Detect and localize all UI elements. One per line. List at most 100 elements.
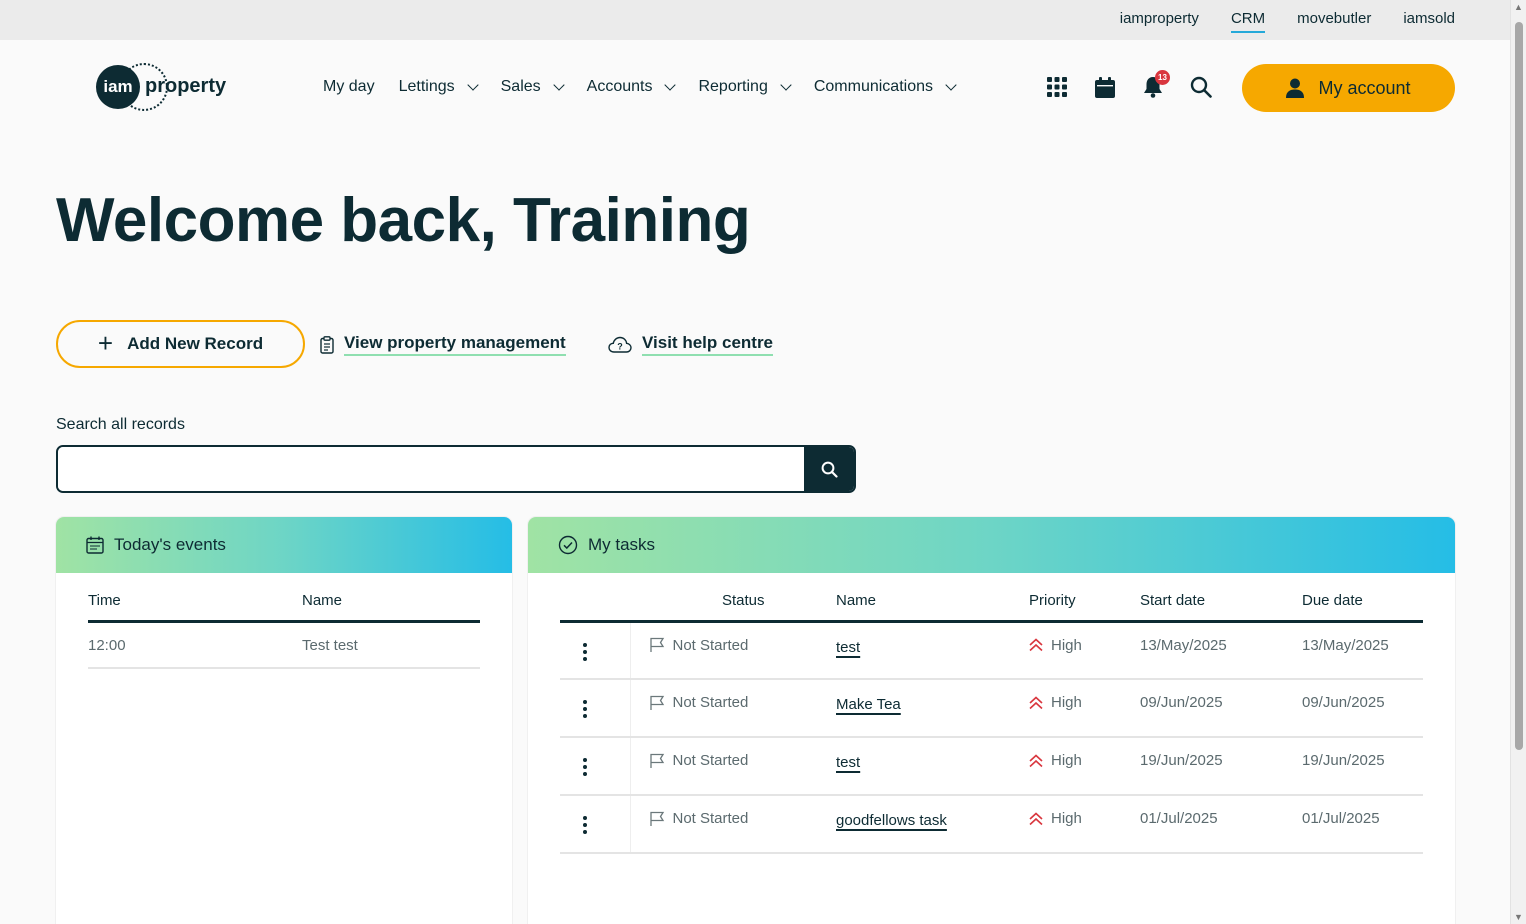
tasks-table-header-row: Status Name Priority Start date Due date [560, 573, 1423, 623]
nav-sales[interactable]: Sales [500, 78, 565, 96]
add-new-record-button[interactable]: + Add New Record [56, 320, 305, 368]
user-icon [1286, 78, 1305, 98]
task-name-link[interactable]: goodfellows task [836, 812, 947, 829]
scroll-down-arrow-icon[interactable]: ▼ [1514, 912, 1523, 922]
view-property-management-label: View property management [344, 333, 566, 356]
visit-help-centre-link[interactable]: ? Visit help centre [608, 333, 774, 356]
nav-lettings-label: Lettings [398, 78, 455, 95]
status-cell: Not Started [629, 795, 836, 854]
more-options-icon[interactable] [580, 642, 590, 661]
iamproperty-logo[interactable]: iam property [96, 63, 231, 113]
row-actions-cell [560, 737, 630, 796]
task-due-date: 01/Jul/2025 [1302, 795, 1423, 854]
scrollbar-thumb[interactable] [1515, 22, 1523, 750]
task-status: Not Started [672, 752, 749, 769]
more-options-icon[interactable] [580, 758, 590, 776]
search-label: Search all records [56, 416, 185, 433]
nav-reporting[interactable]: Reporting [698, 78, 792, 96]
chevron-down-icon [664, 78, 677, 91]
nav-lettings[interactable]: Lettings [398, 78, 479, 96]
name-cell: test [836, 737, 1029, 796]
product-switcher: iamproperty CRM movebutler iamsold [1120, 10, 1455, 33]
task-due-date: 13/May/2025 [1302, 621, 1423, 680]
table-row[interactable]: 12:00 Test test [88, 621, 480, 669]
task-name-link[interactable]: test [836, 754, 860, 771]
header-icon-group: 13 [1046, 70, 1212, 100]
events-table: Time Name 12:00 Test test [88, 573, 480, 669]
search-all-records [56, 445, 856, 493]
table-row[interactable]: Not Started test High 19/Jun/2025 19/Jun… [560, 737, 1423, 796]
priority-high-icon [1029, 811, 1043, 825]
chevron-down-icon [780, 78, 792, 91]
events-table-header-row: Time Name [88, 573, 480, 623]
table-row[interactable]: Not Started Make Tea High 09/Jun/2025 09… [560, 679, 1423, 738]
flag-icon [649, 753, 664, 768]
search-icon[interactable] [1190, 74, 1212, 100]
status-cell: Not Started [629, 679, 836, 738]
product-link-crm[interactable]: CRM [1230, 10, 1266, 33]
table-row[interactable]: Not Started test High 13/May/2025 13/May… [560, 621, 1423, 680]
todays-events-panel: Today's events Time Name 12:00 Test test [56, 517, 512, 924]
svg-text:?: ? [617, 341, 623, 351]
my-account-label: My account [1318, 77, 1411, 98]
product-link-iamproperty[interactable]: iamproperty [1120, 10, 1199, 33]
clipboard-icon [320, 335, 334, 354]
task-status: Not Started [672, 810, 749, 827]
page-scrollbar[interactable]: ▲ ▼ [1510, 0, 1526, 924]
priority-high-icon [1029, 753, 1043, 767]
priority-high-icon [1029, 695, 1043, 709]
row-actions-cell [560, 795, 630, 854]
search-icon [821, 461, 838, 478]
todays-events-header: Today's events [56, 517, 512, 573]
column-header-actions [560, 573, 630, 623]
search-input[interactable] [58, 447, 804, 491]
logo-mark: iam [96, 65, 140, 109]
bell-icon[interactable]: 13 [1142, 70, 1170, 100]
chevron-down-icon [945, 78, 957, 91]
visit-help-centre-label: Visit help centre [642, 333, 774, 356]
status-cell: Not Started [629, 737, 836, 796]
product-link-movebutler[interactable]: movebutler [1297, 10, 1371, 33]
chevron-down-icon [466, 78, 479, 91]
nav-sales-label: Sales [500, 78, 541, 95]
nav-communications[interactable]: Communications [814, 78, 957, 96]
event-time: 12:00 [88, 621, 302, 669]
task-status: Not Started [672, 694, 749, 711]
view-property-management-link[interactable]: View property management [320, 333, 566, 356]
grid-apps-icon[interactable] [1046, 74, 1068, 100]
column-header-name: Name [302, 573, 480, 623]
status-cell: Not Started [629, 621, 836, 680]
task-priority: High [1051, 636, 1082, 654]
more-options-icon[interactable] [580, 816, 590, 834]
task-name-link[interactable]: test [836, 639, 860, 656]
task-priority: High [1051, 752, 1082, 769]
name-cell: goodfellows task [836, 795, 1029, 854]
name-cell: Make Tea [836, 679, 1029, 738]
priority-cell: High [1029, 679, 1140, 738]
column-header-due-date: Due date [1302, 573, 1423, 623]
my-account-button[interactable]: My account [1242, 64, 1455, 112]
add-new-record-label: Add New Record [127, 334, 264, 353]
table-row[interactable]: Not Started goodfellows task High 01/Jul… [560, 795, 1423, 854]
nav-my-day[interactable]: My day [323, 78, 375, 96]
task-start-date: 01/Jul/2025 [1140, 795, 1302, 854]
task-due-date: 09/Jun/2025 [1302, 679, 1423, 738]
event-name: Test test [302, 621, 480, 669]
task-name-link[interactable]: Make Tea [836, 696, 901, 713]
product-link-iamsold[interactable]: iamsold [1403, 10, 1455, 33]
notification-count-badge: 13 [1155, 70, 1170, 85]
task-start-date: 09/Jun/2025 [1140, 679, 1302, 738]
name-cell: test [836, 621, 1029, 680]
plus-icon: + [97, 327, 114, 358]
calendar-icon[interactable] [1094, 74, 1116, 100]
more-options-icon[interactable] [580, 700, 590, 718]
check-circle-icon [558, 535, 578, 555]
scroll-up-arrow-icon[interactable]: ▲ [1514, 2, 1523, 12]
nav-accounts[interactable]: Accounts [587, 78, 677, 96]
nav-reporting-label: Reporting [698, 78, 768, 95]
task-start-date: 19/Jun/2025 [1140, 737, 1302, 796]
search-submit-button[interactable] [804, 447, 854, 491]
flag-icon [649, 811, 664, 826]
todays-events-title: Today's events [114, 535, 226, 554]
page-title: Welcome back, Training [56, 186, 751, 255]
